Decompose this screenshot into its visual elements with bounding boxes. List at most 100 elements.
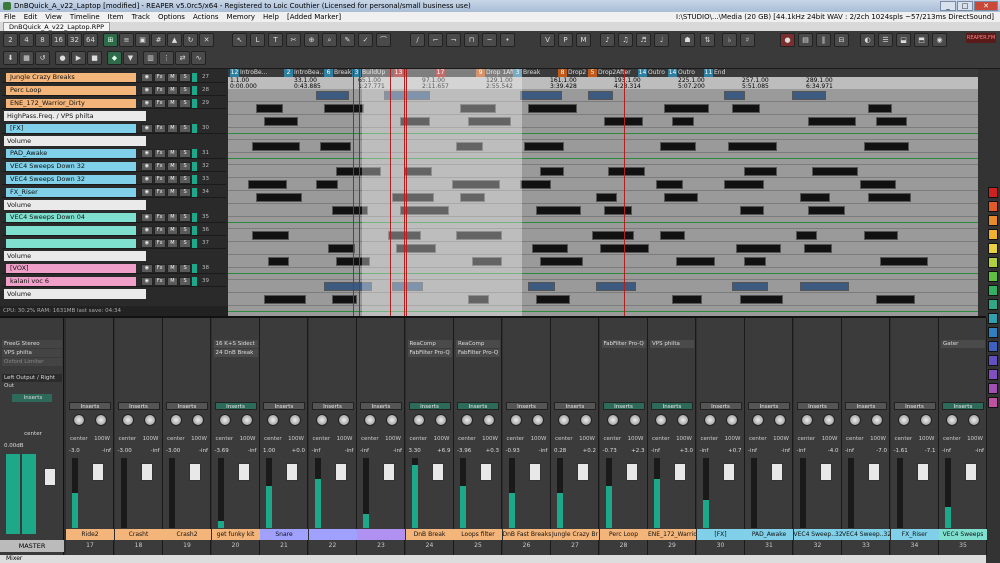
media-item[interactable] (796, 231, 817, 240)
curve-square-icon[interactable]: ⊓ (464, 33, 479, 47)
mixer-tab[interactable]: Mixer (0, 555, 986, 563)
track-header[interactable]: Jungle Crazy Breaks ◉ Fx M S 27 (2, 72, 226, 83)
master-fx-2[interactable]: VPS philta (2, 349, 62, 357)
media-item[interactable] (536, 295, 570, 304)
undo-icon[interactable]: ↺ (35, 51, 50, 65)
menu-timeline[interactable]: Timeline (66, 12, 104, 22)
volume-knob[interactable] (849, 414, 861, 426)
screenset-icon[interactable]: ⬓ (896, 33, 911, 47)
width-knob[interactable] (677, 414, 689, 426)
volume-fader[interactable] (577, 463, 589, 481)
strip-name[interactable]: [FX] (696, 529, 745, 540)
envelope-line[interactable] (228, 311, 978, 312)
master-routing[interactable]: Left Output / Right Out (2, 374, 62, 389)
track-lane[interactable] (228, 165, 978, 178)
volume-knob[interactable] (703, 414, 716, 426)
region-marker[interactable]: 14 Outro (668, 69, 695, 77)
strip-name[interactable] (308, 529, 357, 540)
mute-button[interactable]: M (166, 86, 179, 95)
volume-knob[interactable] (412, 414, 425, 426)
solo-button[interactable]: S (179, 175, 191, 184)
inserts-button[interactable]: Inserts (69, 402, 111, 410)
track-lane[interactable] (228, 268, 978, 280)
close-button[interactable]: ✕ (974, 1, 998, 11)
tempo-icon[interactable]: ♯ (740, 33, 755, 47)
volume-fader[interactable] (674, 463, 686, 481)
media-item[interactable] (264, 117, 298, 126)
media-item[interactable] (876, 117, 907, 126)
media-item[interactable] (256, 104, 283, 113)
region-marker[interactable]: 14 Outro (638, 69, 665, 77)
volume-knob[interactable] (315, 414, 328, 426)
media-item[interactable] (248, 180, 287, 189)
solo-button[interactable]: S (179, 213, 191, 222)
volume-knob[interactable] (752, 414, 764, 426)
media-item[interactable] (664, 104, 709, 113)
envelope-lane-label[interactable]: Volume (4, 251, 146, 261)
track-lane[interactable] (228, 242, 978, 255)
volume-fader[interactable] (965, 463, 977, 481)
media-item[interactable] (268, 257, 289, 266)
inserts-button[interactable]: Inserts (796, 402, 839, 410)
color-swatch[interactable] (988, 271, 998, 282)
mute-button[interactable]: M (166, 149, 179, 158)
mute-env-icon[interactable]: M (576, 33, 591, 47)
color-swatch[interactable] (988, 243, 998, 254)
media-item[interactable] (604, 206, 632, 215)
tool-fade-icon[interactable]: ⌒ (376, 33, 391, 47)
media-item[interactable] (256, 193, 302, 202)
color-swatch[interactable] (988, 215, 998, 226)
save-icon[interactable]: ▦ (19, 51, 34, 65)
fx-button[interactable]: Fx (153, 277, 166, 286)
volume-fader[interactable] (334, 463, 347, 481)
strip-name[interactable]: PAD_Awake (745, 529, 793, 540)
track-name[interactable]: VEC4 Sweeps Down 04 (6, 213, 136, 222)
width-knob[interactable] (337, 414, 350, 426)
fx-browser-icon[interactable]: ⋮ (159, 51, 174, 65)
envelope-line[interactable] (228, 133, 978, 134)
media-item[interactable] (528, 104, 577, 113)
media-item[interactable] (540, 257, 583, 266)
color-swatch[interactable] (988, 299, 998, 310)
solo-button[interactable]: S (179, 226, 191, 235)
media-item[interactable] (328, 244, 355, 253)
width-knob[interactable] (95, 414, 107, 426)
project-tab[interactable]: DnBQuick_A_v22_Laptop.RPP (3, 22, 111, 31)
track-name[interactable]: VEC4 Sweeps Down 32 (6, 175, 136, 184)
track-header[interactable]: VEC4 Sweeps Down 32 ◉ Fx M S 32 (2, 161, 226, 172)
curve-linear-icon[interactable]: / (410, 33, 425, 47)
mute-button[interactable]: M (166, 73, 179, 82)
media-item[interactable] (528, 282, 555, 291)
inserts-button[interactable]: Inserts (117, 402, 160, 410)
grid-32-button[interactable]: 32 (67, 33, 82, 47)
media-item[interactable] (592, 231, 634, 240)
media-item[interactable] (812, 167, 858, 176)
track-lane[interactable] (228, 280, 978, 293)
mute-button[interactable]: M (166, 162, 179, 171)
volume-fader[interactable] (383, 463, 395, 481)
render-icon[interactable]: ⬇ (3, 51, 18, 65)
master-fx-1[interactable]: FreeG Stereo (2, 340, 62, 348)
inserts-button[interactable]: Inserts (602, 402, 645, 410)
media-item[interactable] (540, 167, 564, 176)
volume-fader[interactable] (868, 463, 880, 481)
media-item[interactable] (864, 231, 898, 240)
color-swatch[interactable] (988, 285, 998, 296)
media-item[interactable] (324, 104, 364, 113)
arrange-view[interactable]: 12 IntroBe... 2 IntroBea... 6 Break2 3 BuildUp 1… (228, 69, 978, 316)
strip-name[interactable]: get funky kit (211, 529, 260, 540)
media-item[interactable] (740, 295, 783, 304)
inserts-button[interactable]: Inserts (748, 402, 790, 410)
media-item[interactable] (728, 142, 777, 151)
time-sig-icon[interactable]: ♭ (722, 33, 737, 47)
media-item[interactable] (880, 257, 928, 266)
width-knob[interactable] (871, 414, 883, 426)
volume-fader[interactable] (528, 463, 541, 481)
inserts-button[interactable]: Inserts (457, 402, 499, 410)
fx-slot[interactable]: FabFilter Pro-Q (407, 349, 452, 357)
envelope-lane-label[interactable]: Volume (4, 136, 146, 146)
track-header[interactable]: VEC4 Sweeps Down 32 ◉ Fx M S 33 (2, 174, 226, 185)
fx-button[interactable]: Fx (153, 264, 166, 273)
ripple-icon[interactable]: ≡ (119, 33, 134, 47)
inserts-button[interactable]: Inserts (408, 402, 451, 410)
